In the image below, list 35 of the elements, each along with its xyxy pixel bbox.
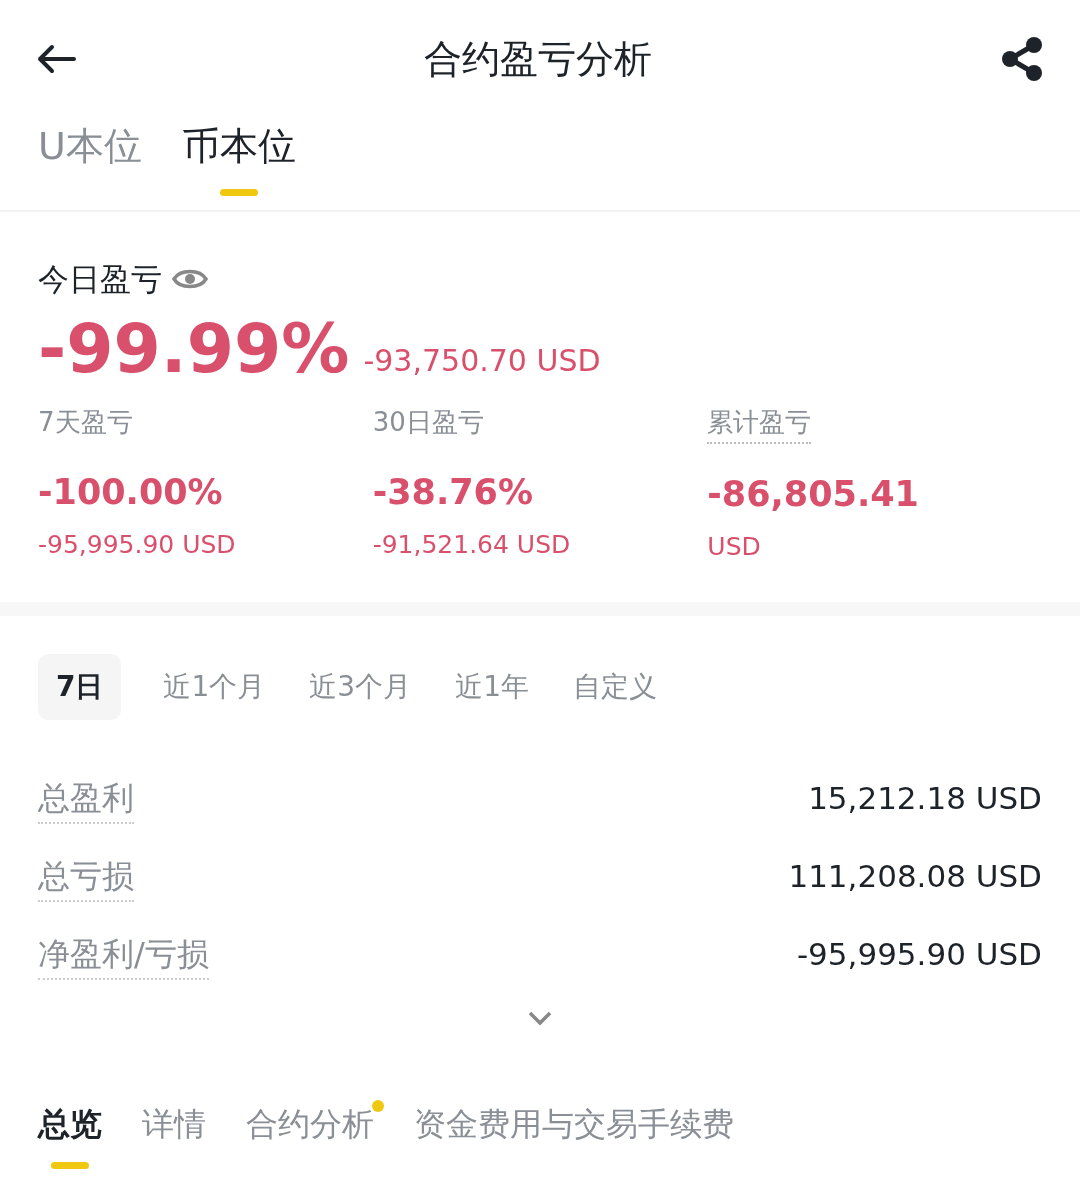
period-chip[interactable]: 近3个月: [307, 653, 414, 720]
summary-value: -95,995.90 USD: [796, 935, 1042, 975]
section-tab[interactable]: 资金费用与交易手续费: [414, 1099, 734, 1148]
summary-value: 15,212.18 USD: [808, 779, 1042, 819]
summary-label: 净盈利/亏损: [38, 929, 209, 980]
summary-label: 总亏损: [38, 851, 134, 902]
currency-tab[interactable]: 币本位: [181, 118, 296, 175]
share-icon[interactable]: [1000, 36, 1044, 82]
today-pnl-amount: -93,750.70 USD: [363, 341, 601, 380]
section-tab[interactable]: 详情: [142, 1099, 206, 1148]
stat-amount: -95,995.90 USD: [38, 529, 237, 561]
today-pnl-percent: -99.99%: [38, 314, 350, 383]
stat-label: 30日盈亏: [372, 405, 484, 439]
summary-label: 总盈利: [38, 773, 134, 824]
period-chip[interactable]: 自定义: [570, 653, 659, 720]
period-chip[interactable]: 近1年: [453, 653, 531, 720]
period-chip[interactable]: 7日: [38, 653, 122, 720]
today-pnl-label: 今日盈亏: [38, 260, 162, 299]
section-tab[interactable]: 合约分析: [246, 1099, 374, 1148]
stat-amount: USD: [707, 531, 762, 563]
tab-indicator: [219, 189, 258, 196]
back-icon[interactable]: [36, 43, 76, 75]
section-tab[interactable]: 总览: [38, 1099, 102, 1148]
tab-indicator: [51, 1161, 89, 1169]
stat-value: -38.76%: [372, 470, 534, 514]
period-chip[interactable]: 近1个月: [161, 653, 268, 720]
stat-label: 7天盈亏: [38, 405, 133, 439]
page-title: 合约盈亏分析: [424, 35, 652, 83]
stat-value: -100.00%: [38, 470, 224, 514]
summary-value: 111,208.08 USD: [788, 857, 1042, 897]
stat-label: 累计盈亏: [707, 402, 812, 444]
stat-value: -86,805.41: [707, 472, 920, 516]
currency-tab[interactable]: U本位: [38, 118, 142, 175]
chevron-down-icon[interactable]: [527, 1009, 553, 1026]
stat-amount: -91,521.64 USD: [372, 529, 572, 561]
